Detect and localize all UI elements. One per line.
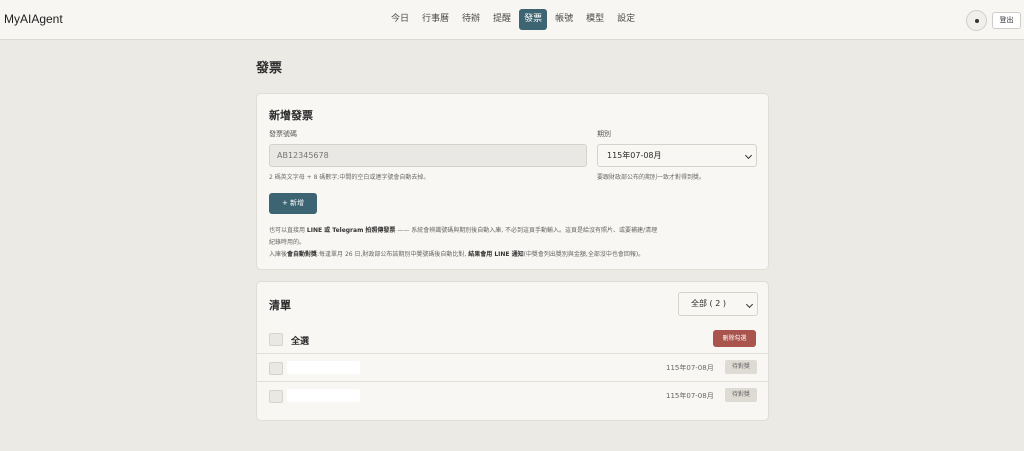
table-row: 115年07-08月 待對獎 — [257, 353, 768, 381]
nav-item-calendar[interactable]: 行事曆 — [417, 9, 454, 30]
row-checkbox[interactable] — [269, 362, 283, 375]
note-emphasis: LINE 或 Telegram 拍照傳發票 — [306, 227, 396, 234]
nav-item-settings[interactable]: 設定 — [612, 9, 640, 30]
note-text: 入庫後 — [269, 251, 288, 258]
chevron-down-icon — [745, 300, 754, 309]
invoice-number-hint: 2 碼英文字母 + 8 碼數字;中間的空白或連字號會自動去掉。 — [269, 174, 430, 181]
add-invoice-button[interactable]: + 新增 — [269, 193, 317, 214]
note-text: 也可以直接用 — [269, 227, 307, 234]
nav-item-invoice[interactable]: 發票 — [519, 9, 548, 30]
invoice-list-card: 清單 全部 ( 2 ) 全選 刪除勾選 115年07-08月 待對獎 115年0… — [256, 281, 769, 421]
redacted-invoice-number — [287, 389, 360, 402]
row-checkbox[interactable] — [269, 390, 283, 403]
list-filter-select[interactable]: 全部 ( 2 ) — [678, 292, 758, 316]
info-note-line3: 入庫後會自動對獎:每逢單月 26 日,財政部公布該期別中獎號碼後自動比對, 結果… — [269, 249, 644, 258]
nav-item-model[interactable]: 模型 — [581, 9, 609, 30]
list-title: 清單 — [269, 299, 291, 312]
select-all-checkbox[interactable] — [269, 333, 283, 346]
delete-selected-button[interactable]: 刪除勾選 — [713, 330, 756, 347]
new-invoice-title: 新增發票 — [269, 109, 313, 122]
nav-item-todo[interactable]: 待辦 — [457, 9, 485, 30]
main-nav: 今日 行事曆 待辦 提醒 發票 帳號 模型 設定 — [386, 9, 640, 30]
note-emphasis: 結果會用 LINE 通知 — [468, 251, 524, 258]
invoice-number-input[interactable] — [269, 144, 587, 167]
top-navbar: MyAIAgent 今日 行事曆 待辦 提醒 發票 帳號 模型 設定 登出 — [0, 0, 1024, 40]
nav-item-today[interactable]: 今日 — [386, 9, 414, 30]
nav-item-account[interactable]: 帳號 — [550, 9, 578, 30]
filter-value: 全部 ( 2 ) — [691, 299, 726, 308]
select-all-label: 全選 — [291, 337, 310, 347]
period-hint: 要跟財政部公布的期別一致才對得到獎。 — [597, 174, 706, 181]
note-text: —— 系統會辨識號碼與期別後自動入庫, 不必到這頁手動輸入。這頁是給沒有照片、或… — [395, 227, 658, 234]
info-note-line1: 也可以直接用 LINE 或 Telegram 拍照傳發票 —— 系統會辨識號碼與… — [269, 225, 657, 234]
note-emphasis: 會自動對獎 — [287, 251, 318, 258]
info-note-line2: 紀錄時用的。 — [269, 239, 306, 246]
table-row: 115年07-08月 待對獎 — [257, 381, 768, 409]
note-text: (中獎會列出獎別與金額,全部沒中也會回報)。 — [523, 251, 645, 258]
period-select[interactable]: 115年07-08月 — [597, 144, 757, 167]
redacted-invoice-number — [287, 361, 360, 374]
period-select-value: 115年07-08月 — [607, 151, 662, 160]
nav-item-reminder[interactable]: 提醒 — [488, 9, 516, 30]
app-brand[interactable]: MyAIAgent — [4, 12, 63, 26]
note-text: :每逢單月 26 日,財政部公布該期別中獎號碼後自動比對, — [317, 251, 469, 258]
new-invoice-card: 新增發票 發票號碼 2 碼英文字母 + 8 碼數字;中間的空白或連字號會自動去掉… — [256, 93, 769, 270]
row-period: 115年07-08月 — [666, 392, 714, 400]
page-title: 發票 — [256, 61, 283, 76]
row-period: 115年07-08月 — [666, 364, 714, 372]
status-badge: 待對獎 — [725, 388, 757, 402]
logout-button[interactable]: 登出 — [992, 12, 1021, 29]
period-label: 期別 — [597, 130, 611, 138]
avatar[interactable] — [966, 10, 987, 31]
status-badge: 待對獎 — [725, 360, 757, 374]
chevron-down-icon — [744, 151, 753, 160]
invoice-number-label: 發票號碼 — [269, 130, 297, 138]
